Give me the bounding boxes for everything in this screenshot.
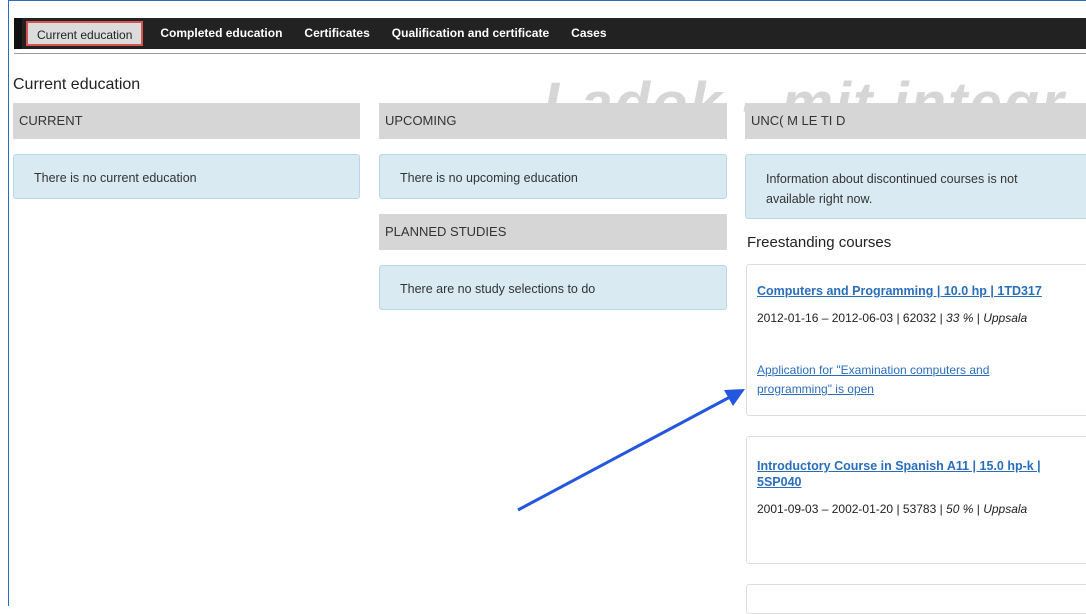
course-title-link[interactable]: Introductory Course in Spanish A11 | 15.… xyxy=(757,458,1057,490)
course-card: Introductory Course in Spanish A11 | 15.… xyxy=(746,436,1086,564)
tab-certificates[interactable]: Certificates xyxy=(293,18,380,49)
current-header: CURRENT xyxy=(13,103,360,139)
upcoming-header: UPCOMING xyxy=(379,103,727,139)
course-card-partial xyxy=(746,584,1086,614)
upcoming-message-text: There is no upcoming education xyxy=(400,171,578,185)
course-separator: | xyxy=(973,502,984,516)
upcoming-empty-message: There is no upcoming education xyxy=(379,154,727,199)
current-message-text: There is no current education xyxy=(34,171,197,185)
course-pace: 50 % xyxy=(946,502,974,516)
planned-studies-header: PLANNED STUDIES xyxy=(379,214,727,250)
course-title-link[interactable]: Computers and Programming | 10.0 hp | 1T… xyxy=(757,283,1080,299)
tab-qualification-and-certificate[interactable]: Qualification and certificate xyxy=(381,18,560,49)
uncompleted-message: Information about discontinued courses i… xyxy=(745,154,1086,219)
course-dates: 2001-09-03 – 2002-01-20 | 53783 | xyxy=(757,502,947,516)
course-meta: 2001-09-03 – 2002-01-20 | 53783 | 50 % |… xyxy=(757,502,1080,516)
course-location: Uppsala xyxy=(983,311,1028,325)
current-empty-message: There is no current education xyxy=(13,154,360,199)
tab-current-education[interactable]: Current education xyxy=(26,21,144,46)
course-meta: 2012-01-16 – 2012-06-03 | 62032 | 33 % |… xyxy=(757,311,1080,325)
course-pace: 33 % xyxy=(946,311,974,325)
navbar-divider xyxy=(14,49,1086,54)
page-title: Current education xyxy=(13,76,141,93)
freestanding-courses-title: Freestanding courses xyxy=(747,234,892,251)
tab-completed-education[interactable]: Completed education xyxy=(149,18,293,49)
course-separator: | xyxy=(973,311,984,325)
planned-message-text: There are no study selections to do xyxy=(400,282,596,296)
course-card: Computers and Programming | 10.0 hp | 1T… xyxy=(746,264,1086,416)
tab-cases[interactable]: Cases xyxy=(560,18,617,49)
course-dates: 2012-01-16 – 2012-06-03 | 62032 | xyxy=(757,311,947,325)
uncompleted-header: UNC( M LE TI D xyxy=(745,103,1086,139)
course-location: Uppsala xyxy=(983,502,1028,516)
planned-studies-message: There are no study selections to do xyxy=(379,265,727,310)
uncompleted-message-text: Information about discontinued courses i… xyxy=(766,172,1018,206)
examination-application-link[interactable]: Application for "Examination computers a… xyxy=(757,361,1057,399)
top-navbar: Current education Completed education Ce… xyxy=(14,18,1086,49)
